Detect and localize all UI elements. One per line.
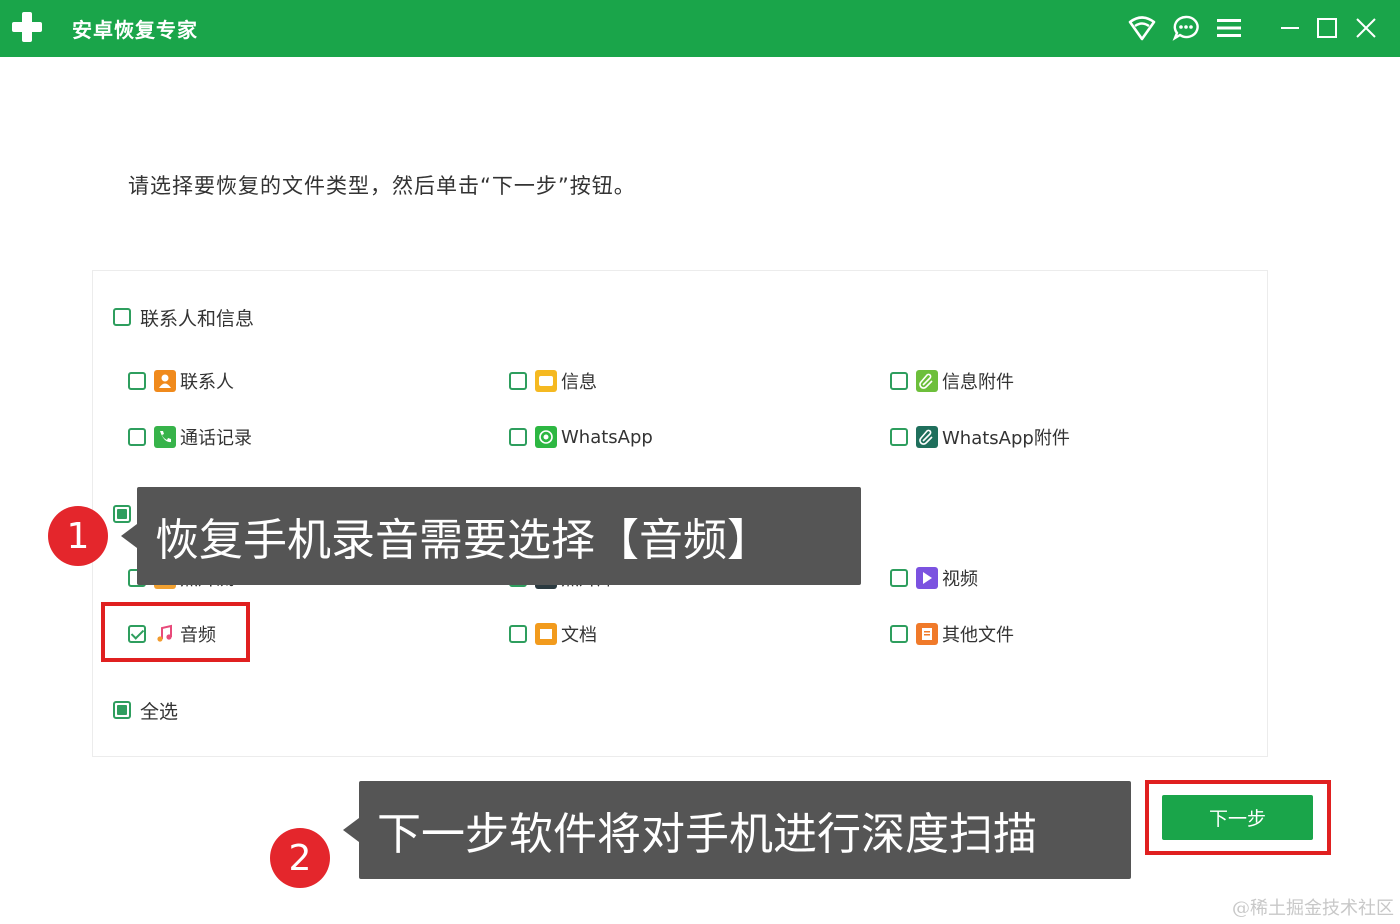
group-label-contacts-messages: 联系人和信息	[140, 308, 255, 330]
attachment-icon	[916, 370, 938, 392]
file-type-contacts[interactable]: 联系人	[128, 369, 234, 393]
checkbox[interactable]	[890, 569, 908, 587]
file-type-whatsapp-attachments[interactable]: WhatsApp附件	[890, 425, 1070, 449]
document-icon	[535, 623, 557, 645]
checkbox[interactable]	[128, 372, 146, 390]
group-checkbox-media[interactable]	[113, 505, 131, 523]
instruction-text: 请选择要恢复的文件类型，然后单击“下一步”按钮。	[128, 174, 636, 198]
select-all-label: 全选	[140, 701, 179, 723]
file-type-other-files[interactable]: 其他文件	[890, 622, 1014, 646]
whatsapp-icon	[535, 426, 557, 448]
wifi-icon[interactable]	[1126, 12, 1158, 44]
close-icon[interactable]	[1350, 12, 1382, 44]
item-label: WhatsApp	[561, 426, 653, 448]
step-badge-1: 1	[48, 506, 108, 566]
file-type-messages[interactable]: 信息	[509, 369, 597, 393]
item-label: 信息附件	[942, 372, 1014, 393]
app-title: 安卓恢复专家	[72, 18, 198, 42]
app-logo-icon	[12, 12, 42, 42]
item-label: 信息	[561, 372, 597, 393]
callout-1-text: 恢复手机录音需要选择【音频】	[155, 515, 771, 566]
checkbox[interactable]	[128, 428, 146, 446]
checkbox[interactable]	[509, 428, 527, 446]
item-label: 其他文件	[942, 625, 1014, 646]
next-button[interactable]: 下一步	[1162, 795, 1313, 840]
select-all-checkbox[interactable]	[113, 701, 131, 719]
item-label: WhatsApp附件	[942, 428, 1070, 449]
file-type-video[interactable]: 视频	[890, 566, 978, 590]
menu-icon[interactable]	[1213, 12, 1245, 44]
minimize-icon[interactable]	[1274, 12, 1306, 44]
message-icon	[535, 370, 557, 392]
other-files-icon	[916, 623, 938, 645]
checkbox[interactable]	[509, 625, 527, 643]
step-badge-2: 2	[270, 828, 330, 888]
whatsapp-attachment-icon	[916, 426, 938, 448]
contact-icon	[154, 370, 176, 392]
item-label: 视频	[942, 569, 978, 590]
audio-highlight-box	[101, 602, 250, 662]
file-type-documents[interactable]: 文档	[509, 622, 597, 646]
maximize-icon[interactable]	[1311, 12, 1343, 44]
callout-2: 下一步软件将对手机进行深度扫描	[343, 781, 1131, 879]
group-checkbox-contacts-messages[interactable]	[113, 308, 131, 326]
title-bar: 安卓恢复专家	[0, 0, 1400, 57]
callout-1: 恢复手机录音需要选择【音频】	[121, 487, 861, 585]
item-label: 通话记录	[180, 428, 252, 449]
checkbox[interactable]	[890, 625, 908, 643]
checkbox[interactable]	[890, 372, 908, 390]
file-type-whatsapp[interactable]: WhatsApp	[509, 425, 653, 449]
callout-2-text: 下一步软件将对手机进行深度扫描	[377, 809, 1037, 860]
item-label: 文档	[561, 625, 597, 646]
phone-icon	[154, 426, 176, 448]
checkbox[interactable]	[890, 428, 908, 446]
chat-icon[interactable]	[1170, 12, 1202, 44]
item-label: 联系人	[180, 372, 234, 393]
file-type-call-logs[interactable]: 通话记录	[128, 425, 252, 449]
watermark: @稀土掘金技术社区	[1232, 898, 1394, 919]
checkbox[interactable]	[509, 372, 527, 390]
file-type-message-attachments[interactable]: 信息附件	[890, 369, 1014, 393]
video-icon	[916, 567, 938, 589]
